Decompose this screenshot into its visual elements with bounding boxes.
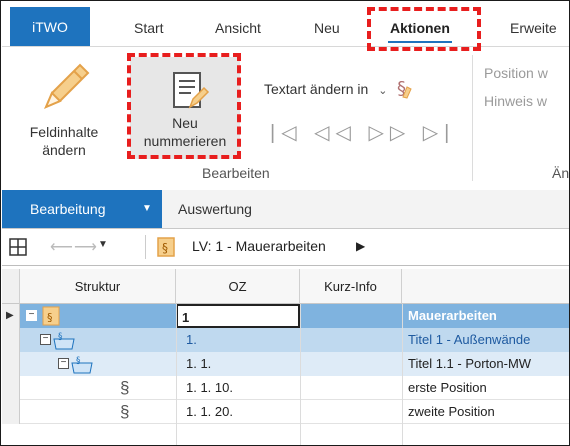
header-text[interactable]: [402, 269, 569, 304]
auswertung-tab[interactable]: Auswertung: [178, 190, 252, 228]
group-label-bearbeiten: Bearbeiten: [202, 165, 270, 181]
app-window: iTWO Start Ansicht Neu Aktionen Erweite …: [0, 0, 570, 446]
renumber-icon: [173, 72, 210, 109]
column-divider: [402, 304, 403, 445]
tab-aktionen[interactable]: Aktionen: [388, 15, 452, 43]
nav-last-icon[interactable]: ▷|: [423, 122, 456, 144]
row-indicator-header: [2, 269, 20, 304]
grid-icon[interactable]: [8, 237, 28, 257]
kurzinfo-cell[interactable]: [300, 328, 402, 352]
row-indicator[interactable]: [2, 376, 20, 400]
text-cell[interactable]: zweite Position: [402, 400, 569, 424]
svg-text:§: §: [162, 241, 168, 255]
hinweis-button[interactable]: Hinweis w: [484, 93, 547, 109]
neu-nummerieren-button[interactable]: Neu nummerieren: [130, 57, 240, 159]
paragraph-icon: §: [397, 78, 412, 99]
kurzinfo-cell[interactable]: [300, 352, 402, 376]
renum-label-2: nummerieren: [143, 133, 227, 149]
column-divider: [176, 304, 177, 445]
nav-forward-icon[interactable]: ▷▷: [368, 122, 411, 144]
table-row[interactable]: − § 1. Titel 1 - Außenwände: [2, 328, 569, 352]
collapse-icon[interactable]: −: [26, 310, 37, 321]
history-dropdown-icon[interactable]: ▼: [98, 239, 108, 250]
group-label-aendern: Än: [552, 165, 570, 181]
feldinhalte-label-1: Feldinhalte: [29, 124, 99, 140]
header-oz[interactable]: OZ: [176, 269, 300, 304]
table-row[interactable]: − § 1. 1. Titel 1.1 - Porton-MW: [2, 352, 569, 376]
row-indicator[interactable]: [2, 400, 20, 424]
column-divider: [300, 304, 301, 445]
oz-cell[interactable]: 1. 1.: [176, 352, 300, 376]
struktur-cell[interactable]: §: [20, 400, 176, 424]
text-cell[interactable]: Mauerarbeiten: [402, 304, 569, 328]
struktur-cell[interactable]: − §: [20, 328, 176, 352]
lv-icon: §: [42, 306, 60, 326]
bearbeitung-tab[interactable]: Bearbeitung ▼: [2, 190, 162, 228]
ribbon-tabbar: iTWO Start Ansicht Neu Aktionen Erweite: [2, 2, 569, 47]
tab-neu[interactable]: Neu: [314, 15, 340, 41]
position-button[interactable]: Position w: [484, 65, 548, 81]
tab-start[interactable]: Start: [134, 15, 164, 41]
back-arrow-icon[interactable]: ⟵: [50, 237, 73, 257]
ribbon-separator: [472, 55, 473, 181]
breadcrumb-lv[interactable]: LV: 1 - Mauerarbeiten: [192, 238, 326, 254]
feldinhalte-aendern-button[interactable]: Feldinhalte ändern: [14, 55, 114, 159]
oz-cell[interactable]: 1. 1. 20.: [176, 400, 300, 424]
current-row-icon: ▶: [6, 310, 14, 321]
bearbeitung-label: Bearbeitung: [30, 201, 106, 217]
table-row[interactable]: ▶ − § 1 Mauerarbeiten: [2, 304, 569, 328]
text-cell[interactable]: erste Position: [402, 376, 569, 400]
nav-back-icon[interactable]: ◁◁: [314, 122, 357, 144]
forward-arrow-icon[interactable]: ⟶: [74, 237, 97, 257]
text-cell[interactable]: Titel 1 - Außenwände: [402, 328, 569, 352]
oz-cell[interactable]: 1. 1. 10.: [176, 376, 300, 400]
struktur-cell[interactable]: − §: [20, 352, 176, 376]
pencil-icon: [44, 63, 90, 109]
oz-cell[interactable]: 1.: [176, 328, 300, 352]
table-row[interactable]: § 1. 1. 20. zweite Position: [2, 400, 569, 424]
text-cell[interactable]: Titel 1.1 - Porton-MW: [402, 352, 569, 376]
ribbon-panel: Feldinhalte ändern Neu nummerieren Texta…: [2, 46, 570, 191]
kurzinfo-cell[interactable]: [300, 400, 402, 424]
tab-ansicht[interactable]: Ansicht: [215, 15, 261, 41]
svg-text:§: §: [58, 332, 63, 342]
collapse-icon[interactable]: −: [40, 334, 51, 345]
table-row[interactable]: § 1. 1. 10. erste Position: [2, 376, 569, 400]
navigation-buttons: |◁ ◁◁ ▷▷ ▷|: [270, 120, 455, 145]
section-icon: §: [120, 402, 130, 421]
feldinhalte-label-2: ändern: [42, 142, 86, 158]
header-kurzinfo[interactable]: Kurz-Info: [300, 269, 402, 304]
navigation-bar: ⟵ ⟶ ▼ § LV: 1 - Mauerarbeiten ▶: [2, 229, 569, 266]
breadcrumb: § LV: 1 - Mauerarbeiten ▶: [145, 235, 569, 259]
kurzinfo-cell[interactable]: [300, 376, 402, 400]
svg-text:§: §: [76, 356, 81, 366]
collapse-icon[interactable]: −: [58, 358, 69, 369]
header-struktur[interactable]: Struktur: [20, 269, 176, 304]
tab-itwo[interactable]: iTWO: [10, 7, 90, 47]
lv-grid: Struktur OZ Kurz-Info ▶ − § 1 Mauerarbei…: [2, 269, 569, 445]
section-icon: §: [120, 378, 130, 397]
row-indicator[interactable]: [2, 328, 20, 352]
renum-label-1: Neu: [172, 115, 198, 131]
tab-erweitert[interactable]: Erweite: [510, 15, 557, 41]
row-indicator[interactable]: [2, 352, 20, 376]
textart-dropdown[interactable]: Textart ändern in ⌄ §: [264, 77, 413, 99]
struktur-cell[interactable]: §: [20, 376, 176, 400]
breadcrumb-expand-icon[interactable]: ▶: [356, 239, 365, 253]
textart-label: Textart ändern in: [264, 81, 369, 97]
view-switch-bar: Bearbeitung ▼ Auswertung: [2, 190, 569, 229]
row-indicator[interactable]: ▶: [2, 304, 20, 328]
svg-text:§: §: [47, 311, 53, 324]
kurzinfo-cell[interactable]: [300, 304, 402, 328]
struktur-cell[interactable]: − §: [20, 304, 176, 328]
oz-cell[interactable]: 1: [176, 304, 300, 328]
chevron-down-icon: ⌄: [378, 85, 388, 97]
folder-icon: §: [53, 332, 75, 350]
folder-icon: §: [71, 356, 93, 374]
nav-first-icon[interactable]: |◁: [270, 122, 303, 144]
lv-icon: §: [157, 237, 175, 257]
caret-down-icon[interactable]: ▼: [142, 190, 152, 228]
